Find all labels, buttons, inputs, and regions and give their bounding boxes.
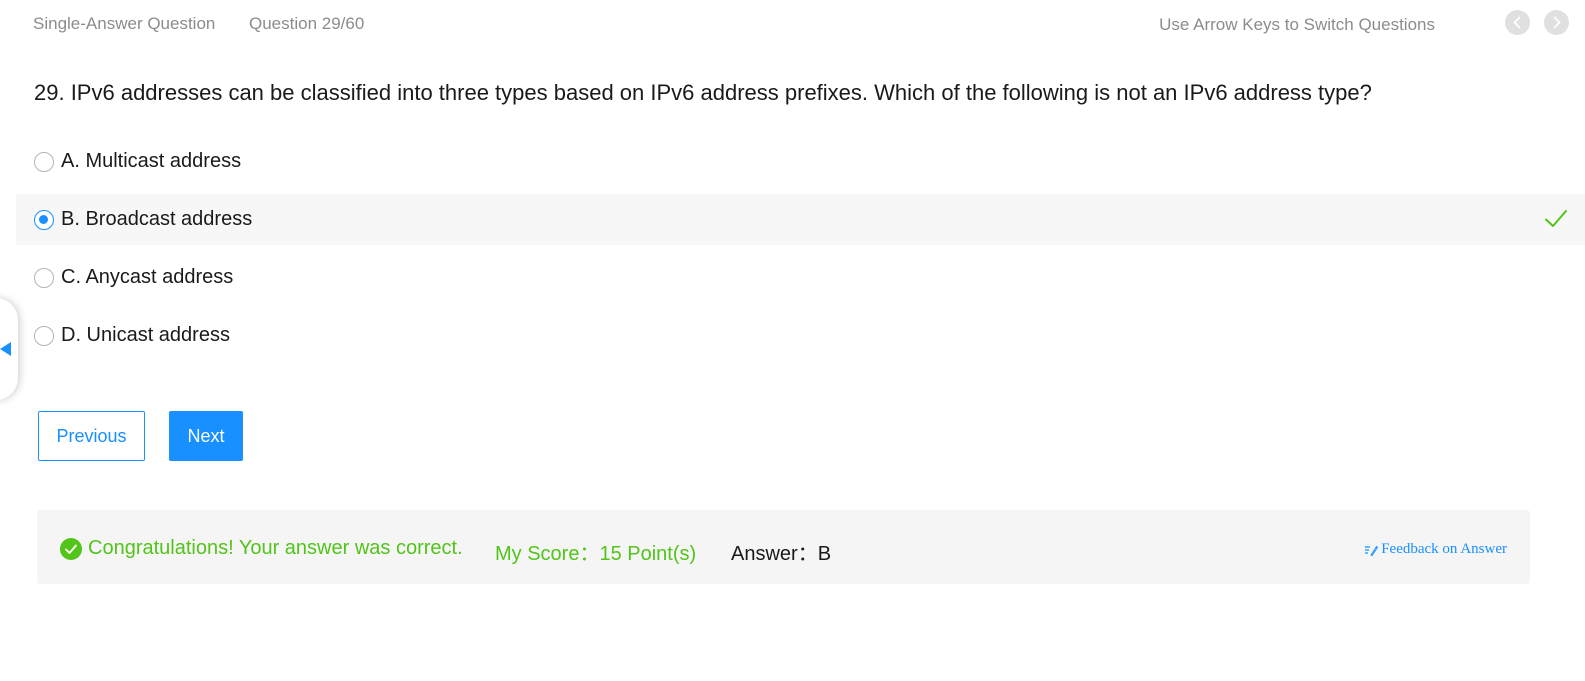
option-a[interactable]: A. Multicast address bbox=[16, 136, 1585, 187]
top-bar: Single-Answer Question Question 29/60 Us… bbox=[0, 0, 1585, 48]
option-label: C. Anycast address bbox=[61, 266, 234, 288]
feedback-link-label: Feedback on Answer bbox=[1381, 541, 1507, 557]
edit-feedback-icon bbox=[1365, 545, 1379, 556]
radio-button[interactable] bbox=[34, 151, 54, 172]
radio-button-selected[interactable] bbox=[34, 209, 54, 230]
next-button[interactable]: Next bbox=[169, 411, 243, 461]
caret-left-icon bbox=[0, 342, 11, 356]
option-c[interactable]: C. Anycast address bbox=[16, 252, 1585, 303]
keyboard-nav-hint: Use Arrow Keys to Switch Questions bbox=[1159, 15, 1435, 34]
result-panel: Congratulations! Your answer was correct… bbox=[37, 510, 1530, 584]
option-d[interactable]: D. Unicast address bbox=[16, 310, 1585, 361]
check-circle-icon bbox=[60, 538, 82, 560]
question-counter: Question 29/60 bbox=[249, 14, 365, 33]
previous-question-button[interactable] bbox=[1505, 10, 1530, 35]
answer-label: Answer： bbox=[731, 543, 818, 565]
option-label: A. Multicast address bbox=[61, 150, 242, 172]
answer-options: A. Multicast address B. Broadcast addres… bbox=[16, 136, 1585, 368]
result-message: Congratulations! Your answer was correct… bbox=[88, 537, 463, 559]
feedback-link[interactable]: Feedback on Answer bbox=[1364, 541, 1507, 558]
checkmark-icon bbox=[1545, 210, 1567, 227]
chevron-left-icon bbox=[1513, 16, 1521, 29]
next-question-button[interactable] bbox=[1544, 10, 1569, 35]
score-value: 15 Point(s) bbox=[599, 543, 697, 565]
answer-value: B bbox=[817, 543, 832, 565]
correct-answer: Answer：B bbox=[731, 537, 831, 566]
question-type-label: Single-Answer Question bbox=[33, 14, 216, 33]
score-label: My Score： bbox=[495, 543, 600, 565]
option-label: D. Unicast address bbox=[61, 324, 230, 346]
radio-button[interactable] bbox=[34, 267, 54, 288]
question-text: 29. IPv6 addresses can be classified int… bbox=[34, 80, 1372, 105]
radio-button[interactable] bbox=[34, 325, 54, 346]
side-panel-toggle[interactable] bbox=[0, 298, 18, 400]
previous-button[interactable]: Previous bbox=[38, 411, 145, 461]
option-b[interactable]: B. Broadcast address bbox=[16, 194, 1585, 245]
chevron-right-icon bbox=[1553, 16, 1561, 29]
option-label: B. Broadcast address bbox=[61, 208, 253, 230]
score-display: My Score：15 Point(s) bbox=[495, 537, 696, 566]
